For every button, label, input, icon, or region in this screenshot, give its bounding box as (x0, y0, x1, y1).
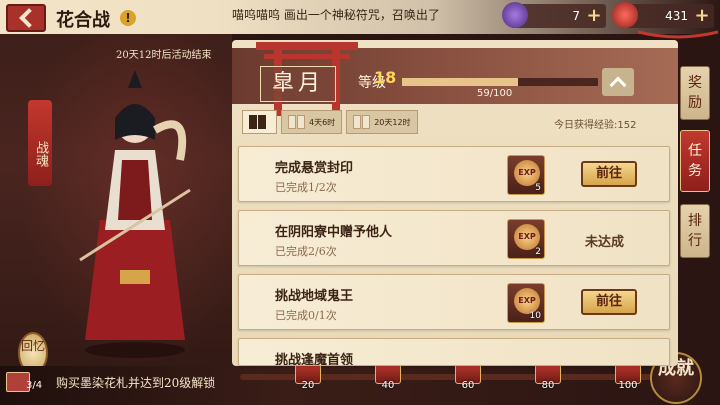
milestone-level: 80 (541, 380, 555, 391)
character-illustration (79, 70, 191, 358)
period-tab-weekly[interactable]: 4天6时 (281, 110, 343, 134)
back-button[interactable] (6, 4, 46, 32)
task-row: 完成悬赏封印 已完成1/2次 EXP 5 前往 (238, 146, 670, 202)
battle-soul-tag[interactable]: 战魂 (28, 100, 52, 186)
announcement-marquee: 喵呜喵呜 画出一个神秘符咒，召唤出了 (232, 8, 440, 22)
period-timer: 20天12时 (374, 117, 411, 127)
period-tab-season[interactable]: 20天12时 (346, 110, 418, 134)
period-cells (288, 115, 305, 129)
task-progress: 已完成0/1次 (275, 309, 337, 322)
milestone-chest[interactable]: 20 (294, 362, 322, 391)
exp-fill (402, 78, 518, 86)
task-name: 挑战地域鬼王 (275, 289, 354, 304)
milestone-chest[interactable]: 80 (534, 362, 562, 391)
jade-count: 431 (665, 9, 688, 23)
reward-quantity: 5 (535, 183, 541, 193)
event-timer: 20天12时后活动结束 (116, 50, 212, 61)
task-progress: 已完成1/2次 (275, 181, 337, 194)
today-exp: 今日获得经验:152 (554, 120, 637, 131)
period-cells (353, 115, 371, 129)
back-arrow-icon (19, 8, 39, 28)
exp-text: 59/100 (477, 88, 513, 99)
task-panel: 皐月 等级 18 59/100 4天6时 20天12时 今日获得经验:152 完… (232, 40, 678, 366)
jade-icon (612, 2, 638, 28)
book-count: 3/4 (26, 380, 43, 391)
exp-reward[interactable]: EXP 5 (507, 155, 545, 195)
period-tabs: 4天6时 20天12时 (242, 110, 418, 136)
currency-magatama: 7 + (502, 2, 606, 28)
task-row: 挑战地域鬼王 已完成0/1次 EXP 10 前往 (238, 274, 670, 330)
magatama-icon (502, 2, 528, 28)
milestone-chest[interactable]: 60 (454, 362, 482, 391)
task-row: 挑战逢魔首领 (238, 338, 670, 366)
period-cells (249, 115, 266, 129)
rope-decoration (638, 30, 718, 39)
milestone-chest[interactable]: 100 (614, 362, 642, 391)
exp-reward[interactable]: EXP 10 (507, 283, 545, 323)
add-magatama-button[interactable]: + (586, 7, 602, 25)
level-value: 18 (374, 68, 397, 87)
tab-ranking[interactable]: 排行 (680, 204, 710, 258)
unlock-hint: 购买墨染花札并达到20级解锁 (56, 376, 216, 390)
task-name: 在阴阳寮中赠予他人 (275, 225, 393, 240)
exp-reward[interactable]: EXP 2 (507, 219, 545, 259)
task-name: 完成悬赏封印 (275, 161, 354, 176)
page-title: 花合战 (56, 10, 110, 31)
currency-jade: 431 + (612, 2, 714, 28)
task-name: 挑战逢魔首领 (275, 353, 354, 366)
milestone-level: 100 (618, 380, 638, 391)
tab-tasks[interactable]: 任务 (680, 130, 710, 192)
reward-quantity: 2 (535, 247, 541, 257)
go-button[interactable]: 前往 (581, 161, 637, 187)
task-row: 在阴阳寮中赠予他人 已完成2/6次 EXP 2 未达成 (238, 210, 670, 266)
milestone-level: 40 (381, 380, 395, 391)
exp-bar (402, 78, 598, 86)
magatama-count: 7 (572, 9, 580, 23)
milestone-level: 20 (301, 380, 315, 391)
reward-quantity: 10 (529, 311, 541, 321)
collapse-button[interactable] (602, 68, 634, 96)
go-button[interactable]: 前往 (581, 289, 637, 315)
milestone-chest[interactable]: 40 (374, 362, 402, 391)
info-icon[interactable]: ! (120, 10, 136, 26)
add-jade-button[interactable]: + (694, 7, 710, 25)
period-timer: 4天6时 (309, 117, 336, 127)
chevron-up-icon (609, 76, 627, 94)
tab-rewards[interactable]: 奖励 (680, 66, 710, 120)
rank-name: 皐月 (260, 66, 336, 102)
not-reached-status: 未达成 (585, 235, 625, 250)
task-progress: 已完成2/6次 (275, 245, 337, 258)
milestone-level: 60 (461, 380, 475, 391)
rank-header: 皐月 等级 18 59/100 (232, 42, 678, 116)
period-tab-daily[interactable] (242, 110, 277, 134)
